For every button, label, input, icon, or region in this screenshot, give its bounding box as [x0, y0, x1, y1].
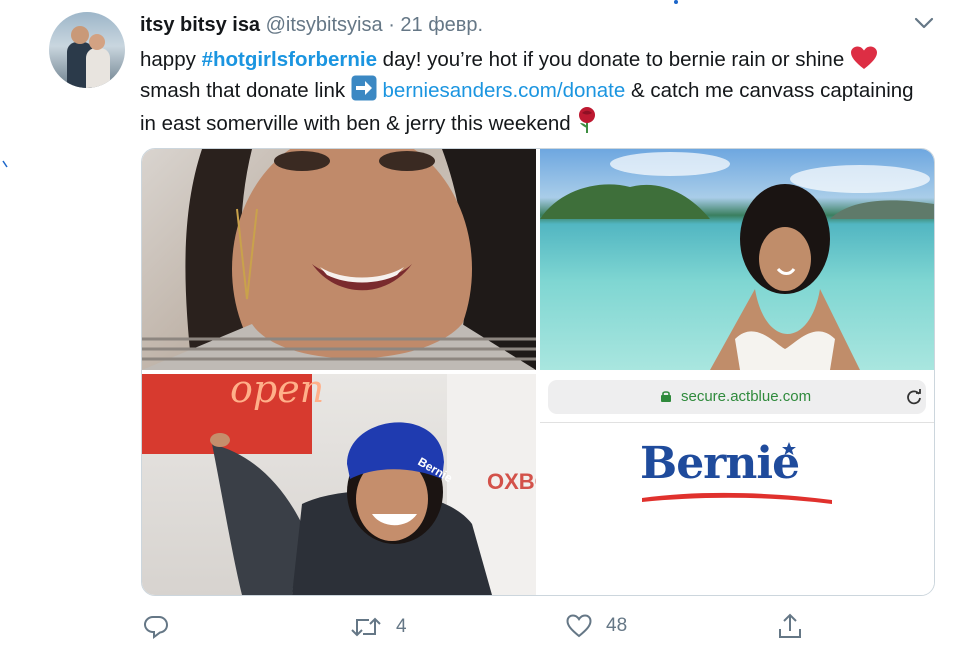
display-name[interactable]: itsy bitsy isa [140, 14, 260, 36]
separator-dot: · [388, 14, 395, 36]
tweet-timestamp[interactable]: 21 февр. [400, 14, 483, 36]
neon-sign-text: open [230, 374, 324, 411]
tweet-header: itsy bitsy isa @itsybitsyisa · 21 февр. [140, 13, 483, 37]
bernie-logo: Bernie [640, 438, 840, 508]
avatar[interactable] [49, 12, 125, 88]
retweet-icon [351, 617, 381, 637]
red-heart-emoji [850, 46, 877, 69]
tweet-action-bar: 4 48 [0, 610, 957, 646]
like-icon [566, 614, 592, 638]
tweet-text-part: happy [140, 48, 202, 71]
photo-beach[interactable] [540, 149, 934, 370]
tweet-text: happy #hotgirlsforbernie day! you’re hot… [140, 45, 930, 139]
right-arrow-emoji [351, 75, 377, 101]
hashtag-link[interactable]: #hotgirlsforbernie [202, 48, 377, 71]
tweet-text-part: day! you’re hot if you donate to bernie … [376, 48, 850, 71]
photo-actblue-screenshot[interactable]: secure.actblue.com Bernie [540, 374, 934, 595]
media-grid[interactable]: open OXBO Bernie secure.actblue.com [141, 148, 935, 596]
photo-closeup-smile[interactable] [142, 149, 536, 370]
wall-sign-text: OXBO [487, 469, 536, 494]
chevron-down-icon[interactable] [913, 14, 935, 32]
share-icon [779, 613, 801, 638]
reply-button[interactable] [143, 614, 183, 640]
tweet-text-part: smash that donate link [140, 79, 351, 102]
like-count: 48 [606, 615, 628, 636]
donate-link[interactable]: berniesanders.com/donate [383, 79, 626, 102]
retweet-count: 4 [396, 616, 407, 637]
reply-icon [143, 616, 169, 639]
share-button[interactable] [777, 612, 803, 640]
retweet-button[interactable]: 4 [350, 614, 407, 640]
like-button[interactable]: 48 [566, 614, 627, 638]
browser-divider [540, 422, 934, 423]
photo-beanie-neon[interactable]: open OXBO Bernie [142, 374, 536, 595]
rose-emoji [579, 107, 596, 133]
lock-icon [661, 391, 671, 402]
user-handle[interactable]: @itsybitsyisa [266, 14, 383, 36]
artifact-mark [2, 160, 8, 168]
artifact-dot [674, 0, 678, 4]
reload-icon [907, 389, 921, 405]
browser-url-bar: secure.actblue.com [548, 380, 926, 414]
browser-url-text: secure.actblue.com [681, 388, 812, 405]
